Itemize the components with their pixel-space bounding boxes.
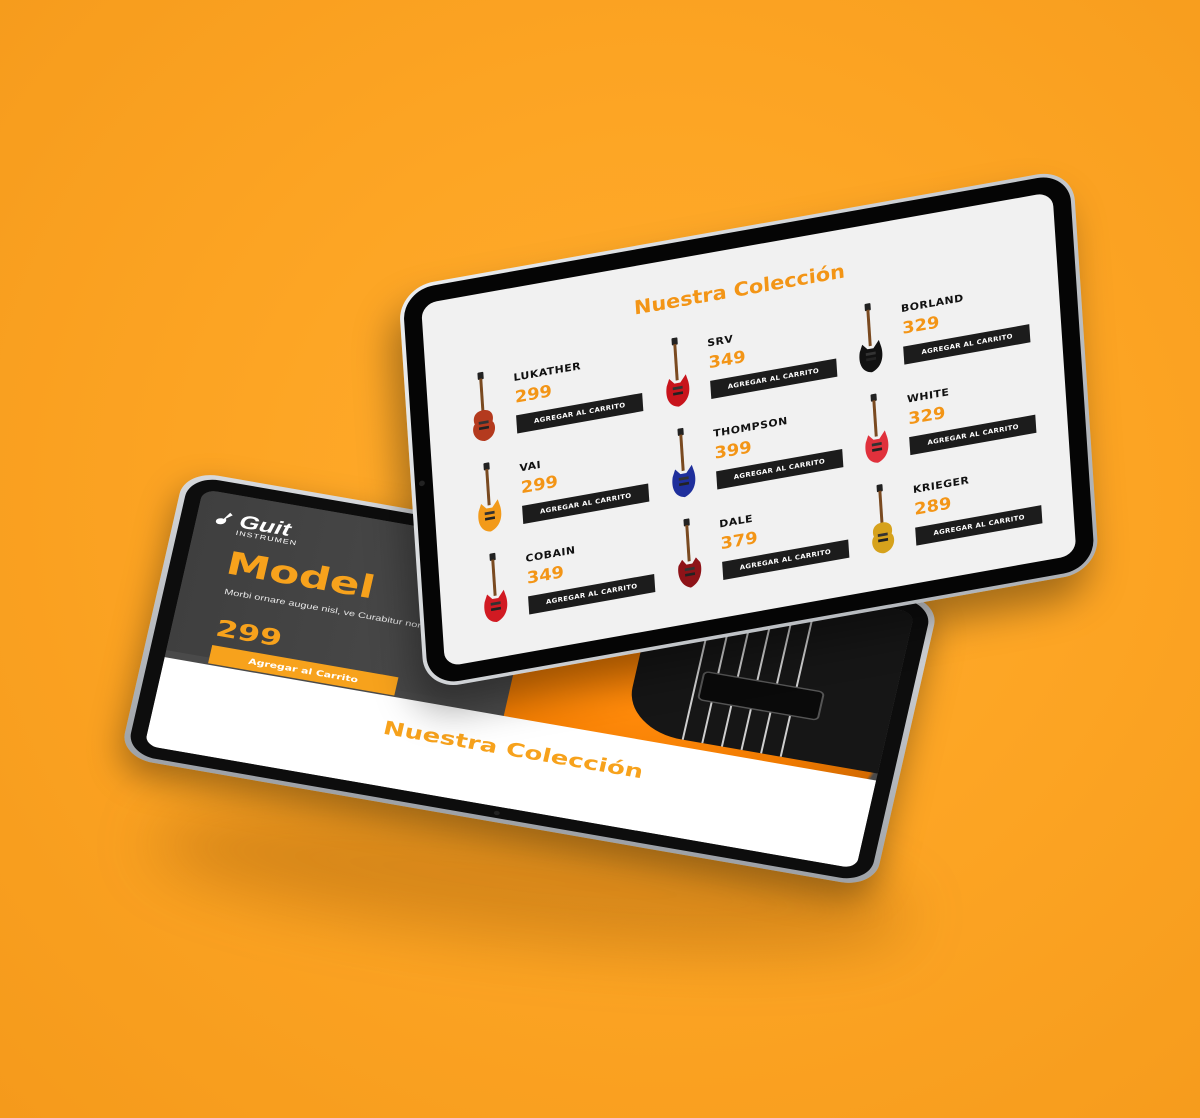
guitar-image-icon bbox=[666, 337, 689, 407]
product-name: BORLAND bbox=[900, 291, 965, 315]
product-price: 299 bbox=[514, 381, 553, 408]
guitar-image-icon bbox=[872, 484, 895, 554]
guitar-image-icon bbox=[478, 462, 502, 532]
guitar-image-icon bbox=[672, 427, 695, 498]
product-price: 349 bbox=[526, 562, 565, 589]
front-tablet: Nuestra Colección LUKATHER 299 AGREGAR AL … bbox=[398, 168, 1100, 691]
guitar-image-icon bbox=[859, 303, 883, 373]
product-name: SRV bbox=[706, 332, 734, 350]
front-tablet-screen: Nuestra Colección LUKATHER 299 AGREGAR AL … bbox=[420, 191, 1077, 667]
site-logo[interactable]: Guit INSTRUMEN bbox=[212, 506, 303, 547]
product-price: 289 bbox=[913, 493, 952, 520]
product-price: 299 bbox=[520, 472, 559, 498]
product-name: DALE bbox=[718, 512, 754, 531]
product-name: THOMPSON bbox=[712, 414, 789, 440]
guitar-image-icon bbox=[484, 552, 508, 623]
product-name: COBAIN bbox=[525, 544, 576, 565]
product-price: 399 bbox=[713, 437, 753, 464]
product-price: 329 bbox=[901, 312, 940, 339]
guitar-image-icon bbox=[865, 393, 889, 463]
product-name: KRIEGER bbox=[912, 474, 970, 496]
guitar-image-icon bbox=[473, 371, 496, 442]
product-price: 349 bbox=[707, 347, 747, 373]
product-price: 379 bbox=[719, 528, 759, 554]
guitar-image-icon bbox=[677, 518, 701, 588]
product-name: VAI bbox=[519, 458, 542, 475]
product-price: 329 bbox=[907, 403, 946, 429]
guitar-logo-icon bbox=[215, 512, 233, 524]
product-name: LUKATHER bbox=[513, 359, 582, 384]
